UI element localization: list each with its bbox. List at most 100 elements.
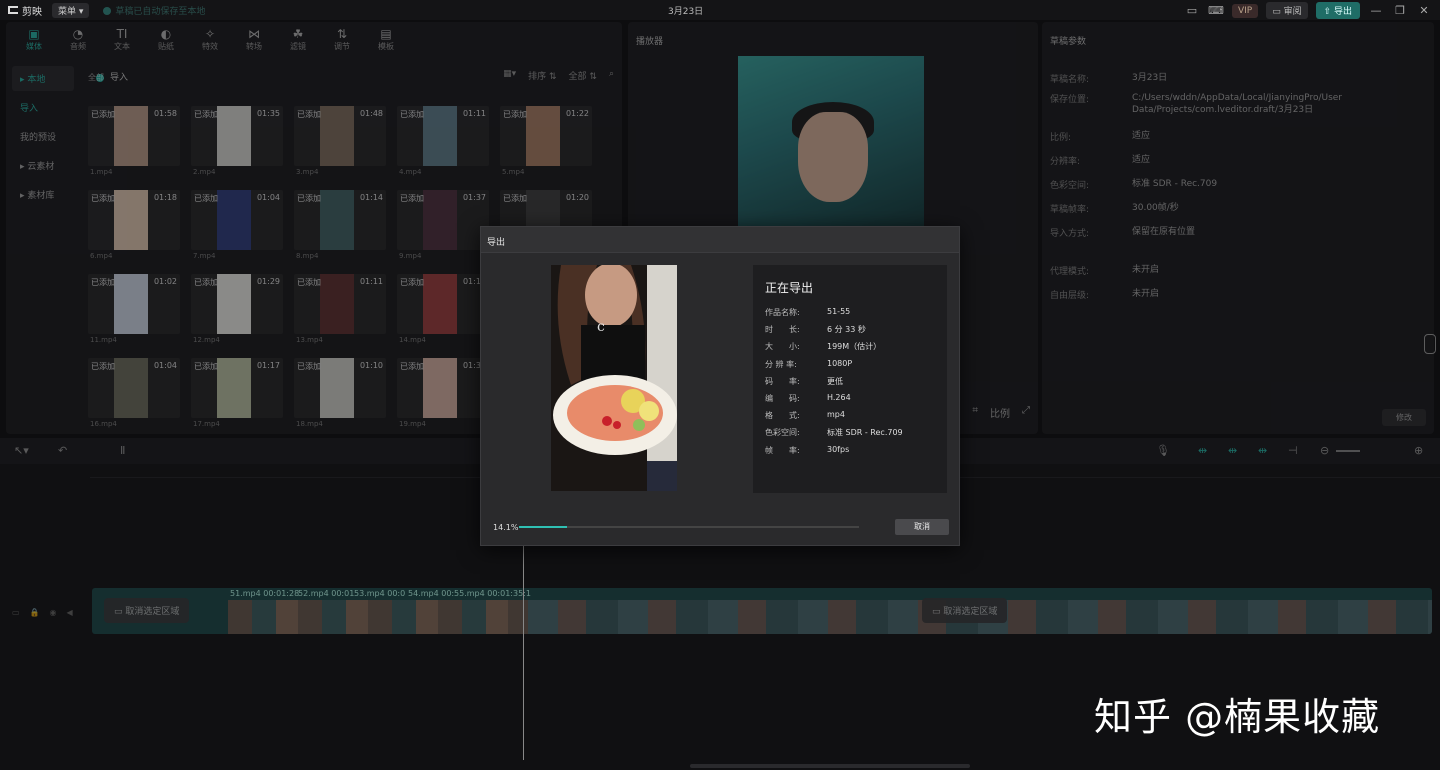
export-dialog: 导出 c 正在导出 作品名称: 51-55 时 长: 6 分 33 秒 大 小:… xyxy=(480,226,960,546)
filter-button[interactable]: 全部 ⇅ xyxy=(569,69,597,82)
link-icon[interactable]: ⇹ xyxy=(1198,444,1207,457)
media-icon: ▣ xyxy=(28,26,40,41)
ratio-button[interactable]: 比例 xyxy=(990,405,1010,420)
media-item[interactable]: 已添加 01:37 9.mp4 xyxy=(397,190,489,262)
tool-sticker[interactable]: ◐ 贴纸 xyxy=(144,22,188,56)
media-filename: 17.mp4 xyxy=(193,420,220,428)
preview-axis-icon[interactable]: ⇹ xyxy=(1258,444,1267,457)
screenshot-icon[interactable]: ⌗ xyxy=(972,405,978,420)
cover-icon[interactable]: ▭ xyxy=(12,608,20,617)
search-icon[interactable]: ⌕ xyxy=(609,69,614,82)
media-item[interactable]: 已添加 01:58 1.mp4 xyxy=(88,106,180,178)
duration-label: 01:10 xyxy=(359,361,383,370)
media-item[interactable]: 已添加 01:37 19.mp4 xyxy=(397,358,489,430)
deselect-region-chip[interactable]: ▭ 取消选定区域 xyxy=(104,598,190,623)
review-button[interactable]: ▭ 审阅 xyxy=(1266,2,1308,19)
media-item[interactable]: 已添加 01:02 11.mp4 xyxy=(88,274,180,346)
tool-template[interactable]: ▤ 模板 xyxy=(364,22,408,56)
media-item[interactable]: 已添加 01:18 6.mp4 xyxy=(88,190,180,262)
panel-handle-icon[interactable] xyxy=(1424,334,1436,354)
timeline-scrollbar[interactable] xyxy=(690,764,970,768)
zoom-in-icon[interactable]: ⊕ xyxy=(1414,444,1423,457)
progress-bar xyxy=(519,526,859,528)
added-badge: 已添加 xyxy=(297,362,321,371)
region-icon: ▭ xyxy=(932,607,944,617)
watermark: 知乎 @楠果收藏 xyxy=(1094,695,1381,739)
media-item[interactable]: 已添加 01:29 12.mp4 xyxy=(191,274,283,346)
undo-icon[interactable]: ↶ xyxy=(58,444,67,457)
view-toggle-icon[interactable]: ▦▾ xyxy=(503,69,516,82)
vip-button[interactable]: VIP xyxy=(1231,3,1259,18)
tool-effects[interactable]: ✧ 特效 xyxy=(188,22,232,56)
export-button[interactable]: ⇧ 导出 xyxy=(1315,2,1360,19)
param-value: 未开启 xyxy=(1132,289,1160,299)
zoom-slider[interactable] xyxy=(1336,450,1360,452)
param-key: 导入方式: xyxy=(1050,229,1090,239)
media-item[interactable]: 已添加 01:14 14.mp4 xyxy=(397,274,489,346)
added-badge: 已添加 xyxy=(400,278,424,287)
video-subject-face xyxy=(798,112,868,202)
info-key: 大 小: xyxy=(765,342,800,352)
nav-cloud[interactable]: ▸ 云素材 xyxy=(12,153,74,178)
media-item[interactable]: 已添加 01:04 7.mp4 xyxy=(191,190,283,262)
minimize-icon[interactable]: — xyxy=(1368,4,1384,17)
nav-library[interactable]: ▸ 素材库 xyxy=(12,182,74,207)
media-item[interactable]: 已添加 01:17 17.mp4 xyxy=(191,358,283,430)
zoom-out-icon[interactable]: ⊖ xyxy=(1320,444,1329,457)
dialog-title: 导出 xyxy=(487,238,506,248)
media-item[interactable]: 已添加 01:14 8.mp4 xyxy=(294,190,386,262)
nav-presets[interactable]: 我的预设 xyxy=(12,124,74,149)
media-filename: 18.mp4 xyxy=(296,420,323,428)
microphone-icon[interactable]: 🎙 xyxy=(1156,444,1170,457)
media-item[interactable]: 已添加 01:04 16.mp4 xyxy=(88,358,180,430)
tool-media[interactable]: ▣ 媒体 xyxy=(12,22,56,56)
menu-label: 菜单 xyxy=(58,6,77,17)
nav-local[interactable]: ▸ 本地 xyxy=(12,66,74,91)
split-icon[interactable]: Ⅱ xyxy=(120,444,125,457)
tool-text[interactable]: TI 文本 xyxy=(100,22,144,56)
maximize-icon[interactable]: ❐ xyxy=(1392,4,1408,17)
tool-transition[interactable]: ⋈ 转场 xyxy=(232,22,276,56)
layout-icon[interactable]: ▭ xyxy=(1184,4,1200,17)
added-badge: 已添加 xyxy=(194,362,218,371)
thumbnail-image xyxy=(217,190,251,250)
sort-button[interactable]: 排序 ⇅ xyxy=(528,69,556,82)
lock-icon[interactable]: 🔒 xyxy=(30,608,40,617)
tool-audio[interactable]: ◔ 音频 xyxy=(56,22,100,56)
video-track[interactable]: 51.mp4 00:01:28 52.mp4 00:01 53.mp4 00:0… xyxy=(92,588,1432,634)
close-icon[interactable]: ✕ xyxy=(1416,4,1432,17)
media-filename: 11.mp4 xyxy=(90,336,117,344)
info-value: 1080P xyxy=(827,358,853,368)
params-title: 草稿参数 xyxy=(1050,37,1087,47)
param-key: 代理模式: xyxy=(1050,267,1090,277)
media-item[interactable]: 已添加 01:22 5.mp4 xyxy=(500,106,592,178)
param-value: 未开启 xyxy=(1132,265,1160,275)
snap-icon[interactable]: ⇹ xyxy=(1228,444,1237,457)
media-item[interactable]: 已添加 01:48 3.mp4 xyxy=(294,106,386,178)
mute-icon[interactable]: ◀ xyxy=(67,608,73,617)
select-tool-icon[interactable]: ↖▾ xyxy=(14,444,29,457)
media-item[interactable]: 已添加 01:35 2.mp4 xyxy=(191,106,283,178)
export-preview: c xyxy=(551,265,677,491)
menu-button[interactable]: 菜单 ▾ xyxy=(52,2,90,18)
autosave-status: 草稿已自动保存至本地 xyxy=(103,4,205,17)
cancel-button[interactable]: 取消 xyxy=(895,519,949,535)
player-video[interactable] xyxy=(738,56,924,236)
media-item[interactable]: 已添加 01:11 4.mp4 xyxy=(397,106,489,178)
shortcut-icon[interactable]: ⌨ xyxy=(1208,4,1224,17)
tool-label: 特效 xyxy=(202,41,218,51)
adjust-icon: ⇅ xyxy=(336,26,348,41)
info-key: 码 率: xyxy=(765,376,800,386)
tool-filter[interactable]: ☘ 滤镜 xyxy=(276,22,320,56)
tool-adjust[interactable]: ⇅ 调节 xyxy=(320,22,364,56)
visibility-icon[interactable]: ◉ xyxy=(50,608,57,617)
nav-import[interactable]: 导入 xyxy=(12,95,74,120)
tool-label: 文本 xyxy=(114,41,130,51)
media-item[interactable]: 已添加 01:11 13.mp4 xyxy=(294,274,386,346)
deselect-region-chip[interactable]: ▭ 取消选定区域 xyxy=(922,598,1008,623)
fullscreen-icon[interactable]: ⤢ xyxy=(1022,405,1030,420)
modify-button[interactable]: 修改 xyxy=(1382,409,1426,426)
media-item[interactable]: 已添加 01:10 18.mp4 xyxy=(294,358,386,430)
align-icon[interactable]: ⊣ xyxy=(1288,444,1298,457)
thumbnail-image xyxy=(320,358,354,418)
